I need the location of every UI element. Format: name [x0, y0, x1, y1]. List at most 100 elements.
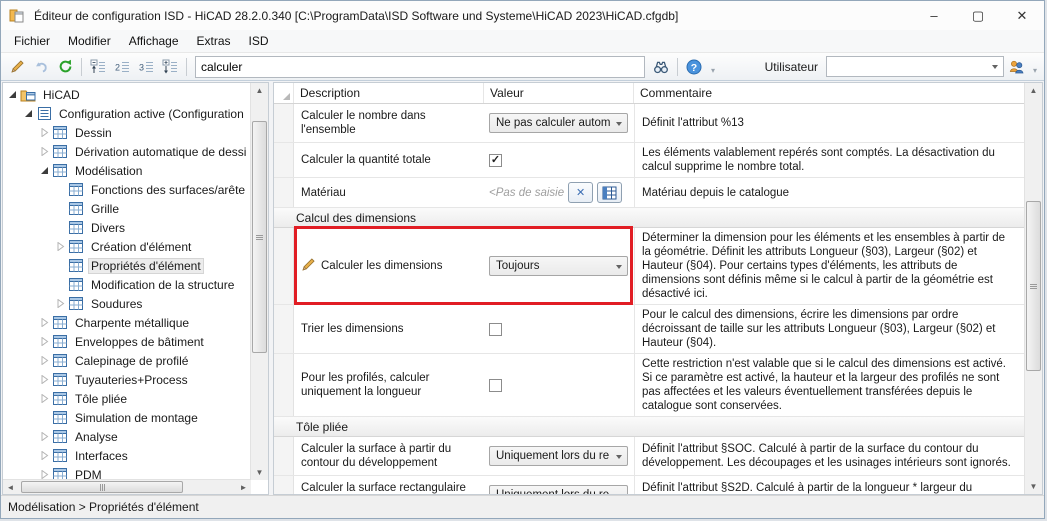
tree-item-creation-d-element[interactable]: Création d'élément [3, 237, 251, 256]
column-header-comment[interactable]: Commentaire [634, 83, 1024, 103]
toolbar-overflow-icon[interactable]: ▾ [1030, 59, 1040, 75]
row-gutter[interactable] [274, 178, 294, 207]
tree-item-fonctions-des-surfaces-arete[interactable]: Fonctions des surfaces/arête [3, 180, 251, 199]
row-gutter[interactable] [274, 354, 294, 416]
value-dropdown[interactable]: Ne pas calculer autom [489, 113, 628, 133]
tree-item-pdm[interactable]: PDM [3, 465, 251, 480]
expand-level-3-icon[interactable]: 3 [134, 56, 158, 78]
collapse-arrow-icon[interactable] [38, 165, 50, 177]
tree-item-simulation-de-montage[interactable]: Simulation de montage [3, 408, 251, 427]
setting-description: Pour les profilés, calculer uniquement l… [294, 354, 484, 416]
column-header-description[interactable]: Description [294, 83, 484, 103]
value-dropdown[interactable]: Toujours [489, 256, 628, 276]
setting-comment-text: Les éléments valablement repérés sont co… [642, 147, 995, 173]
scrollbar-thumb[interactable] [21, 481, 183, 493]
table-row: Calculer la surface à partir du contour … [274, 437, 1024, 476]
grid-vertical-scrollbar[interactable]: ▲ ▼ [1024, 83, 1042, 494]
tree-item-label: Charpente métallique [75, 315, 190, 330]
menu-item-affichage[interactable]: Affichage [120, 32, 188, 50]
scrollbar-thumb[interactable] [1026, 201, 1041, 371]
value-dropdown[interactable]: Uniquement lors du re [489, 485, 628, 494]
tree-horizontal-scrollbar[interactable]: ◄ ► [3, 479, 251, 494]
expand-arrow-icon[interactable] [38, 355, 50, 367]
tree-item-divers[interactable]: Divers [3, 218, 251, 237]
tree-item-grille[interactable]: Grille [3, 199, 251, 218]
expand-arrow-icon[interactable] [38, 146, 50, 158]
row-gutter[interactable] [274, 228, 294, 304]
value-checkbox[interactable] [489, 378, 502, 392]
maximize-button[interactable]: ▢ [956, 1, 1000, 30]
tree-item-interfaces[interactable]: Interfaces [3, 446, 251, 465]
tree-vertical-scrollbar[interactable]: ▲ ▼ [250, 83, 268, 480]
user-dropdown[interactable] [826, 56, 1004, 77]
tree-item-soudures[interactable]: Soudures [3, 294, 251, 313]
users-icon[interactable] [1004, 56, 1028, 78]
binoculars-search-icon[interactable] [649, 56, 673, 78]
table-icon [52, 392, 68, 406]
refresh-icon[interactable] [53, 56, 77, 78]
expand-arrow-icon[interactable] [38, 374, 50, 386]
close-button[interactable]: ✕ [1000, 1, 1044, 30]
menu-item-extras[interactable]: Extras [188, 32, 240, 50]
expand-arrow-icon[interactable] [38, 317, 50, 329]
tree-item-proprietes-d-element[interactable]: Propriétés d'élément [3, 256, 251, 275]
catalog-button[interactable] [597, 182, 623, 203]
scroll-down-icon[interactable]: ▼ [251, 465, 268, 480]
toolbar-overflow-icon[interactable]: ▾ [708, 59, 718, 75]
expand-arrow-icon[interactable] [38, 393, 50, 405]
expand-all-icon[interactable] [158, 56, 182, 78]
tree-item-hicad[interactable]: HiCAD [3, 85, 251, 104]
scroll-up-icon[interactable]: ▲ [1025, 83, 1042, 98]
grid-body: Calculer le nombre dans l'ensemble Ne pas… [274, 104, 1024, 494]
scroll-up-icon[interactable]: ▲ [251, 83, 268, 98]
scrollbar-thumb[interactable] [252, 121, 267, 353]
search-input[interactable] [195, 55, 645, 78]
tree-item-modification-de-la-structure[interactable]: Modification de la structure [3, 275, 251, 294]
menu-item-isd[interactable]: ISD [240, 32, 278, 50]
scroll-left-icon[interactable]: ◄ [3, 480, 18, 494]
tree-item-configuration-active-configuration[interactable]: Configuration active (Configuration [3, 104, 251, 123]
minimize-button[interactable]: – [912, 1, 956, 30]
expand-arrow-icon[interactable] [38, 336, 50, 348]
menu-item-modifier[interactable]: Modifier [59, 32, 120, 50]
value-checkbox[interactable]: ✓ [489, 153, 502, 167]
menu-item-fichier[interactable]: Fichier [5, 32, 59, 50]
edit-pencil-icon[interactable] [5, 56, 29, 78]
grid-corner-cell[interactable] [274, 83, 294, 103]
expand-arrow-icon[interactable] [54, 241, 66, 253]
setting-description-label: Pour les profilés, calculer uniquement l… [301, 372, 430, 398]
row-gutter[interactable] [274, 437, 294, 475]
collapse-tree-icon[interactable] [86, 56, 110, 78]
tree-item-enveloppes-de-batiment[interactable]: Enveloppes de bâtiment [3, 332, 251, 351]
tree-item-tuyauteries-process[interactable]: Tuyauteries+Process [3, 370, 251, 389]
expand-arrow-icon[interactable] [54, 298, 66, 310]
main-area: HiCAD Configuration active (Configuration… [1, 81, 1044, 495]
undo-icon[interactable] [29, 56, 53, 78]
row-gutter[interactable] [274, 143, 294, 177]
value-dropdown[interactable]: Uniquement lors du re [489, 446, 628, 466]
tree-item-derivation-automatique-de-dessi[interactable]: Dérivation automatique de dessi [3, 142, 251, 161]
help-icon[interactable]: ? [682, 56, 706, 78]
value-checkbox[interactable] [489, 322, 502, 336]
tree-item-calepinage-de-profile[interactable]: Calepinage de profilé [3, 351, 251, 370]
collapse-arrow-icon[interactable] [22, 108, 34, 120]
tree-item-analyse[interactable]: Analyse [3, 427, 251, 446]
expand-arrow-icon[interactable] [38, 450, 50, 462]
tree-item-dessin[interactable]: Dessin [3, 123, 251, 142]
scroll-down-icon[interactable]: ▼ [1025, 479, 1042, 494]
expand-arrow-icon[interactable] [38, 431, 50, 443]
expand-level-2-icon[interactable]: 2 [110, 56, 134, 78]
row-gutter[interactable] [274, 305, 294, 353]
column-header-value[interactable]: Valeur [484, 83, 634, 103]
tree-item-charpente-metallique[interactable]: Charpente métallique [3, 313, 251, 332]
clear-button[interactable]: ✕ [568, 182, 594, 203]
expand-arrow-icon[interactable] [38, 127, 50, 139]
setting-value-cell: <Pas de saisie ✕ [484, 178, 634, 207]
scroll-right-icon[interactable]: ► [236, 480, 251, 494]
tree-item-tole-pliee[interactable]: Tôle pliée [3, 389, 251, 408]
collapse-arrow-icon[interactable] [6, 89, 18, 101]
row-gutter[interactable] [274, 104, 294, 142]
row-gutter[interactable] [274, 476, 294, 494]
setting-description: Calculer la quantité totale [294, 143, 484, 177]
tree-item-modelisation[interactable]: Modélisation [3, 161, 251, 180]
